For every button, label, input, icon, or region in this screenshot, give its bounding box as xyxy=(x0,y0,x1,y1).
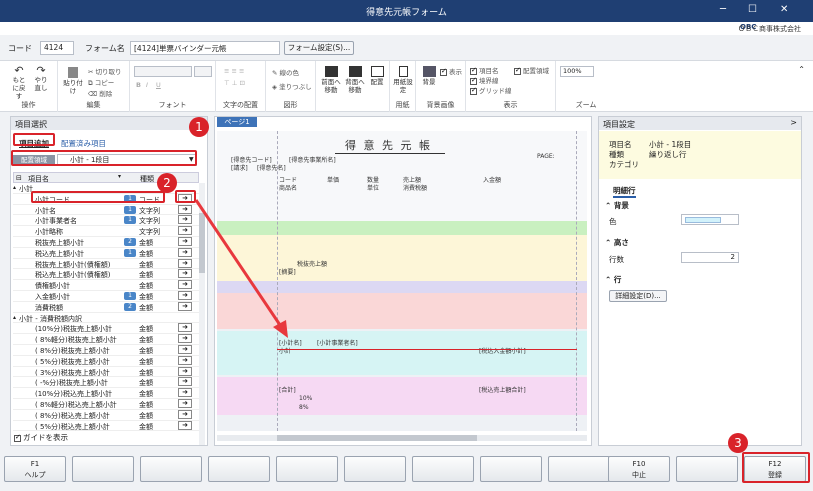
drag-arrow xyxy=(194,199,288,338)
